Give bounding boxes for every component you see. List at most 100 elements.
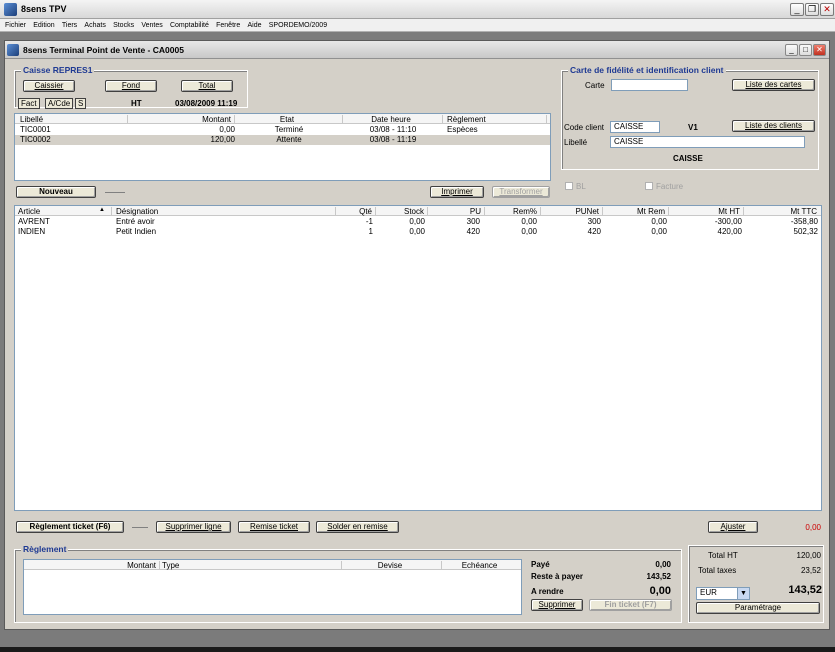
total-ht-value: 120,00	[796, 551, 821, 560]
ajuster-button[interactable]: Ajuster	[708, 521, 758, 533]
supprimer-ligne-button[interactable]: Supprimer ligne	[156, 521, 231, 533]
imprimer-button[interactable]: Imprimer	[430, 186, 484, 198]
total-ttc-value: 143,52	[788, 584, 822, 596]
menu-fichier[interactable]: Fichier	[5, 19, 26, 32]
mode-label: HT	[131, 99, 142, 108]
fin-ticket-button[interactable]: Fin ticket (F7)	[589, 599, 672, 611]
col-reg-echeance[interactable]: Echéance	[442, 561, 520, 570]
menu-fenetre[interactable]: Fenêtre	[216, 19, 240, 32]
table-row[interactable]: INDIEN Petit Indien 1 0,00 420 0,00 420 …	[15, 227, 821, 237]
menu-ventes[interactable]: Ventes	[141, 19, 162, 32]
reglement-group-title: Règlement	[21, 544, 69, 554]
table-row[interactable]: TIC0001 0,00 Terminé 03/08 - 11:10 Espèc…	[15, 125, 550, 135]
reglement-grid: Montant Type Devise Echéance	[23, 559, 522, 615]
caisse-group-title: Caisse REPRES1	[21, 65, 95, 75]
col-mt-ht[interactable]: Mt HT	[669, 207, 744, 216]
minimize-icon[interactable]: _	[790, 3, 804, 16]
pos-window-titlebar: 8sens Terminal Point de Vente - CA0005 _…	[5, 41, 829, 59]
menu-achats[interactable]: Achats	[84, 19, 105, 32]
divider	[105, 192, 125, 193]
total-button[interactable]: Total	[181, 80, 233, 92]
col-pu[interactable]: PU	[428, 207, 485, 216]
child-minimize-icon[interactable]: _	[785, 44, 798, 56]
pos-window: 8sens Terminal Point de Vente - CA0005 _…	[4, 40, 830, 630]
total-taxes-value: 23,52	[800, 566, 821, 575]
taskbar	[0, 647, 835, 652]
reste-value: 143,52	[646, 572, 671, 581]
carte-input[interactable]	[611, 79, 688, 91]
menu-tiers[interactable]: Tiers	[62, 19, 77, 32]
table-row[interactable]: AVRENT Entré avoir -1 0,00 300 0,00 300 …	[15, 217, 821, 227]
app-logo-icon	[4, 3, 17, 16]
currency-value: EUR	[700, 588, 717, 597]
tab-acde[interactable]: A/Cde	[45, 98, 74, 109]
menu-spordemo[interactable]: SPORDEMO/2009	[269, 19, 327, 32]
child-maximize-icon[interactable]: □	[799, 44, 812, 56]
remise-ticket-button[interactable]: Remise ticket	[238, 521, 310, 533]
col-mt-rem[interactable]: Mt Rem	[603, 207, 669, 216]
facture-label: Facture	[656, 182, 684, 191]
app-title: 8sens TPV	[21, 4, 67, 14]
pos-window-title: 8sens Terminal Point de Vente - CA0005	[23, 45, 184, 55]
menu-stocks[interactable]: Stocks	[113, 19, 134, 32]
col-libelle[interactable]: Libellé	[20, 115, 128, 124]
col-reg-montant[interactable]: Montant	[24, 561, 160, 570]
col-etat[interactable]: Etat	[235, 115, 343, 124]
code-client-input[interactable]: CAISSE	[610, 121, 660, 133]
col-date-heure[interactable]: Date heure	[343, 115, 443, 124]
paye-value: 0,00	[655, 560, 671, 569]
col-reg-devise[interactable]: Devise	[342, 561, 442, 570]
col-reg-type[interactable]: Type	[162, 561, 342, 570]
menu-aide[interactable]: Aide	[247, 19, 261, 32]
col-rem[interactable]: Rem%	[485, 207, 541, 216]
articles-header: Article ▲ Désignation Qté Stock PU Rem% …	[15, 206, 821, 216]
liste-cartes-button[interactable]: Liste des cartes	[732, 79, 815, 91]
chevron-down-icon[interactable]: ▼	[737, 588, 749, 599]
col-designation[interactable]: Désignation	[116, 207, 336, 216]
liste-clients-button[interactable]: Liste des clients	[732, 120, 815, 132]
tab-fact[interactable]: Fact	[18, 98, 40, 109]
libelle-label: Libellé	[564, 138, 588, 147]
close-icon[interactable]: ✕	[820, 3, 834, 16]
solder-remise-button[interactable]: Solder en remise	[316, 521, 399, 533]
table-row[interactable]: TIC0002 120,00 Attente 03/08 - 11:19	[15, 135, 550, 145]
bl-checkbox[interactable]	[565, 182, 573, 190]
rendre-value: 0,00	[649, 585, 671, 597]
col-stock[interactable]: Stock	[376, 207, 428, 216]
child-close-icon[interactable]: ✕	[813, 44, 826, 56]
reglement-header: Montant Type Devise Echéance	[24, 560, 521, 570]
col-article[interactable]: Article	[18, 207, 112, 216]
window-logo-icon	[7, 44, 19, 56]
reglement-ticket-button[interactable]: Règlement ticket (F6)	[16, 521, 124, 533]
col-montant[interactable]: Montant	[128, 115, 235, 124]
menu-edition[interactable]: Edition	[33, 19, 54, 32]
reste-label: Reste à payer	[531, 572, 584, 581]
facture-checkbox[interactable]	[645, 182, 653, 190]
col-qte[interactable]: Qté	[336, 207, 376, 216]
paye-label: Payé	[531, 560, 550, 569]
menu-comptabilite[interactable]: Comptabilité	[170, 19, 209, 32]
supprimer-button[interactable]: Supprimer	[531, 599, 583, 611]
ajuster-value: 0,00	[805, 523, 821, 532]
col-mt-ttc[interactable]: Mt TTC	[744, 207, 820, 216]
col-reglement[interactable]: Règlement	[447, 115, 547, 124]
caissier-button[interactable]: Caissier	[23, 80, 75, 92]
libelle-input[interactable]: CAISSE	[610, 136, 805, 148]
currency-select[interactable]: EUR ▼	[696, 587, 750, 600]
col-punet[interactable]: PUNet	[541, 207, 603, 216]
nouveau-button[interactable]: Nouveau	[16, 186, 96, 198]
tickets-grid: Libellé Montant Etat Date heure Règlemen…	[14, 113, 551, 181]
app-titlebar: 8sens TPV _ ❐ ✕	[0, 0, 835, 19]
carte-label: Carte	[585, 81, 605, 90]
total-taxes-label: Total taxes	[698, 566, 737, 575]
transformer-button[interactable]: Transformer	[492, 186, 550, 198]
caisse-datetime: 03/08/2009 11:19	[175, 99, 238, 108]
parametrage-button[interactable]: Paramétrage	[696, 602, 820, 614]
sort-up-icon: ▲	[99, 207, 105, 213]
tab-s[interactable]: S	[75, 98, 87, 109]
restore-icon[interactable]: ❐	[805, 3, 819, 16]
fond-button[interactable]: Fond	[105, 80, 157, 92]
code-client-label: Code client	[564, 123, 605, 132]
bl-label: BL	[576, 182, 586, 191]
articles-grid: Article ▲ Désignation Qté Stock PU Rem% …	[14, 205, 822, 511]
